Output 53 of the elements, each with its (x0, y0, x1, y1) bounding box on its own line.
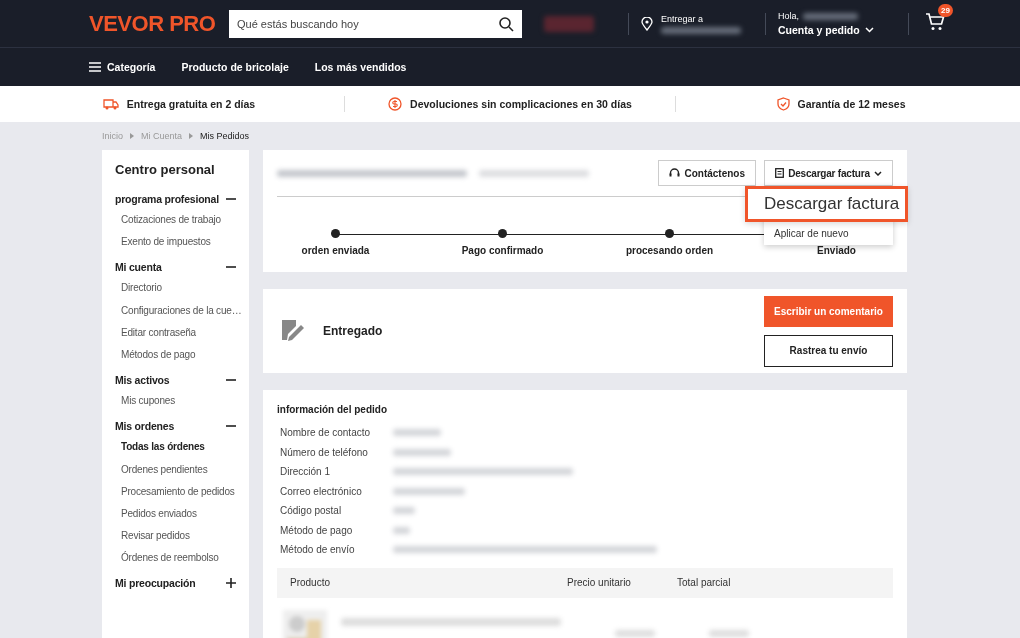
section-title: información del pedido (277, 404, 388, 415)
sidebar-item[interactable]: Directorio (115, 277, 249, 300)
greeting: Hola, (778, 11, 799, 21)
sidebar-item[interactable]: Exento de impuestos (115, 231, 249, 254)
benefit-text: Entrega gratuita en 2 días (126, 98, 256, 110)
sidebar-section[interactable]: Mi cuenta (115, 257, 249, 278)
sidebar-section[interactable]: Mis activos (115, 370, 249, 391)
sidebar-item[interactable]: Cotizaciones de trabajo (115, 209, 249, 232)
column-header: Producto (289, 577, 332, 588)
field-label: Dirección 1 (280, 466, 332, 478)
delivery-label: Entregar a (661, 13, 705, 24)
contact-button[interactable]: Contáctenos (658, 160, 756, 186)
step-label: procesando orden (625, 245, 714, 256)
step-label: Pago confirmado (461, 245, 544, 256)
menu-item[interactable]: Aplicar de nuevo (764, 224, 893, 243)
field-label: Número de teléfono (280, 446, 369, 458)
order-status: Entregado (323, 324, 383, 338)
sidebar-item[interactable]: Ordenes pendientes (115, 458, 249, 481)
invoice-button[interactable]: Descargar factura (764, 160, 893, 186)
sidebar-item[interactable]: Métodos de pago (115, 343, 249, 367)
field-label: Método de pago (280, 524, 354, 536)
column-header: Precio unitario (567, 577, 632, 588)
sidebar-section[interactable]: Mis ordenes (115, 416, 249, 437)
sidebar-title: Centro personal (115, 162, 216, 177)
menu-item[interactable]: Descargar factura (745, 186, 908, 222)
sidebar-item[interactable]: Procesamiento de pedidos (115, 480, 249, 503)
sidebar-item[interactable]: Editar contraseña (115, 321, 249, 344)
sidebar-section[interactable]: programa profesional (115, 189, 249, 209)
account-menu[interactable]: Cuenta y pedido (778, 24, 896, 36)
sidebar-item[interactable]: Revisar pedidos (115, 525, 249, 548)
breadcrumb-link[interactable]: Mis Pedidos (200, 131, 250, 141)
sidebar-item[interactable]: Pedidos enviados (115, 502, 249, 526)
nav-link[interactable]: Los más vendidos (314, 61, 407, 73)
step-label: Enviado (817, 245, 856, 256)
sidebar-item[interactable]: Configuraciones de la cue… (115, 299, 249, 322)
field-label: Nombre de contacto (280, 427, 372, 439)
benefit-text: Garantía de 12 meses (797, 98, 906, 110)
logo[interactable]: VEVOR PRO (89, 10, 229, 37)
field-label: Correo electrónico (280, 485, 363, 497)
track-button[interactable]: Rastrea tu envío (764, 334, 893, 367)
cart-count-badge: 29 (938, 3, 953, 17)
sidebar-item[interactable]: Todas las órdenes (115, 436, 249, 459)
benefit-text: Devoluciones sin complicaciones en 30 días (410, 98, 632, 110)
sidebar-item[interactable]: Órdenes de reembolso (115, 547, 249, 570)
column-header: Total parcial (677, 577, 731, 588)
category-menu[interactable]: Categoría (89, 61, 156, 73)
field-label: Código postal (280, 505, 343, 517)
field-label: Método de envío (280, 544, 356, 556)
nav-link[interactable]: Producto de bricolaje (181, 61, 289, 73)
search-field[interactable]: Qué estás buscando hoy (229, 9, 490, 38)
sidebar-item[interactable]: Mis cupones (115, 390, 249, 413)
step-label: orden enviada (301, 245, 370, 256)
sidebar-section[interactable]: Mi preocupación (115, 573, 249, 594)
